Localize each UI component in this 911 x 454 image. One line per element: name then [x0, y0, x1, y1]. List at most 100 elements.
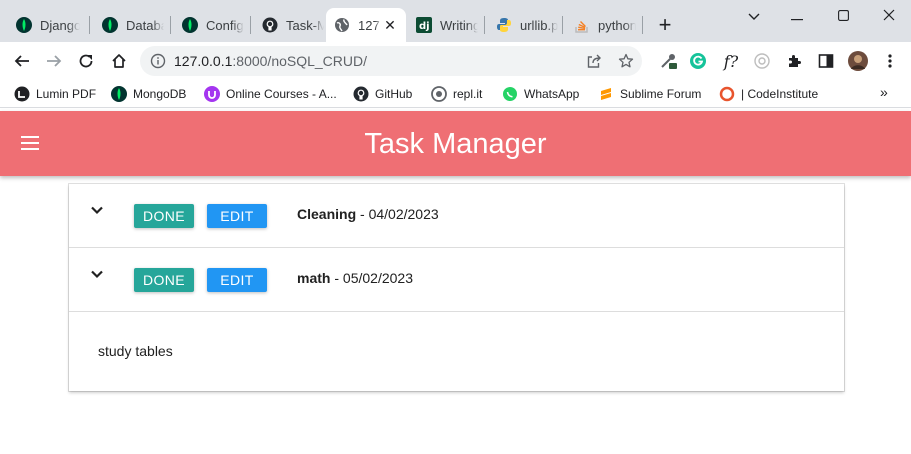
bookmark-label: repl.it: [453, 87, 483, 101]
bookmark-item[interactable]: | CodeInstitute: [719, 85, 818, 103]
mongodb-leaf-icon: [16, 17, 32, 33]
github-icon: [262, 17, 278, 33]
share-icon[interactable]: [586, 53, 602, 69]
replit-icon: [431, 86, 447, 102]
browser-menu-icon[interactable]: [881, 52, 899, 70]
site-info-icon[interactable]: [150, 53, 166, 69]
task-description: study tables: [98, 343, 173, 359]
bookmark-label: Lumin PDF: [36, 87, 97, 101]
bookmark-item[interactable]: repl.it: [431, 85, 482, 103]
extensions-puzzle-icon[interactable]: [785, 52, 803, 70]
bookmark-item[interactable]: Sublime Forum: [598, 85, 701, 103]
task-name: math: [297, 270, 331, 286]
expand-chevron-icon[interactable]: [89, 202, 105, 218]
home-icon: [112, 54, 126, 68]
back-arrow-icon: [14, 55, 29, 67]
bookmark-label: MongoDB: [133, 87, 187, 101]
tab-separator: [642, 16, 643, 34]
codeinstitute-icon: [719, 86, 735, 102]
python-icon: [496, 17, 512, 33]
side-panel-icon[interactable]: [817, 52, 835, 70]
tab-title: Writing: [440, 17, 478, 33]
expand-chevron-icon[interactable]: [89, 266, 105, 282]
browser-tab[interactable]: python: [566, 8, 644, 42]
browser-tab[interactable]: Django: [8, 8, 88, 42]
minimize-button[interactable]: [774, 4, 820, 28]
task-due-date: 05/02/2023: [342, 270, 413, 286]
tab-separator: [562, 16, 563, 34]
tab-separator: [89, 16, 90, 34]
mongodb-leaf-icon: [182, 17, 198, 33]
app-header: Task Manager: [0, 111, 911, 176]
eyedropper-extension-icon[interactable]: [659, 52, 677, 70]
browser-tab-active[interactable]: 127 ✕: [326, 8, 406, 42]
close-window-button[interactable]: [866, 4, 911, 28]
task-due-date: 04/02/2023: [368, 206, 439, 222]
tab-separator: [170, 16, 171, 34]
browser-tab[interactable]: Task-M: [254, 8, 332, 42]
tab-title: 127: [358, 17, 380, 33]
spinner-extension-icon[interactable]: [753, 52, 771, 70]
github-icon: [353, 86, 369, 102]
svg-text:dj: dj: [419, 21, 430, 32]
mongodb-leaf-icon: [111, 86, 127, 102]
edit-button[interactable]: EDIT: [207, 268, 267, 292]
tab-separator: [250, 16, 251, 34]
bookmark-label: Sublime Forum: [620, 87, 702, 101]
bookmark-item[interactable]: MongoDB: [111, 85, 186, 103]
task-list: DONE EDIT Cleaning - 04/02/2023 DONE EDI…: [69, 184, 844, 391]
formula-extension-icon[interactable]: f?: [722, 52, 740, 71]
page-title: Task Manager: [364, 128, 547, 160]
stackoverflow-icon: [574, 17, 590, 33]
address-bar[interactable]: 127.0.0.1:8000/noSQL_CRUD/: [140, 46, 642, 76]
browser-toolbar: 127.0.0.1:8000/noSQL_CRUD/ f?: [0, 42, 911, 80]
new-tab-button[interactable]: +: [654, 14, 676, 36]
browser-tab[interactable]: Databa: [94, 8, 172, 42]
done-button[interactable]: DONE: [134, 204, 194, 228]
browser-tab-strip: Django Databa Config Task-M 127 ✕ dj Wri…: [0, 0, 911, 42]
edit-button[interactable]: EDIT: [207, 204, 267, 228]
tab-separator: [484, 16, 485, 34]
task-name: Cleaning: [297, 206, 357, 222]
home-button[interactable]: [106, 48, 132, 74]
browser-tab[interactable]: dj Writing: [408, 8, 486, 42]
task-header[interactable]: DONE EDIT math - 05/02/2023: [69, 248, 844, 312]
bookmark-item[interactable]: GitHub: [353, 85, 412, 103]
profile-avatar[interactable]: [848, 51, 868, 71]
bookmarks-overflow-chevron-icon[interactable]: »: [880, 84, 888, 100]
tab-title: urllib.p: [520, 17, 558, 33]
task-body: study tables: [69, 313, 844, 391]
back-button[interactable]: [9, 48, 35, 74]
done-button[interactable]: DONE: [134, 268, 194, 292]
bookmark-label: WhatsApp: [524, 87, 580, 101]
tab-title: Databa: [126, 17, 164, 33]
task-title: Cleaning - 04/02/2023: [297, 206, 439, 222]
tab-title: Config: [206, 17, 244, 33]
reload-icon: [79, 54, 93, 68]
bookmark-item[interactable]: Online Courses - A...: [204, 85, 337, 103]
whatsapp-icon: [502, 86, 518, 102]
url-text: 127.0.0.1:8000/noSQL_CRUD/: [174, 53, 367, 69]
forward-button[interactable]: [41, 48, 67, 74]
bookmark-star-icon[interactable]: [618, 53, 634, 69]
bookmark-item[interactable]: WhatsApp: [502, 85, 579, 103]
restore-button[interactable]: [820, 4, 866, 28]
browser-tab[interactable]: urllib.p: [488, 8, 566, 42]
task-separator: -: [330, 270, 343, 286]
bookmark-item[interactable]: Lumin PDF: [14, 85, 96, 103]
bookmarks-bar: Lumin PDF MongoDB Online Courses - A... …: [0, 80, 911, 108]
tab-title: Task-M: [286, 17, 324, 33]
bookmark-label: Online Courses - A...: [226, 87, 337, 101]
close-tab-icon[interactable]: ✕: [382, 17, 398, 33]
udemy-icon: [204, 86, 220, 102]
grammarly-icon[interactable]: [689, 52, 707, 70]
reload-button[interactable]: [73, 48, 99, 74]
sublime-icon: [598, 86, 614, 102]
browser-tab[interactable]: Config: [174, 8, 252, 42]
url-path: :8000/noSQL_CRUD/: [232, 53, 368, 69]
task-header[interactable]: DONE EDIT Cleaning - 04/02/2023: [69, 184, 844, 248]
tab-title: python: [598, 17, 636, 33]
tab-search-button[interactable]: [731, 4, 777, 28]
globe-icon: [334, 17, 350, 33]
django-icon: dj: [416, 17, 432, 33]
